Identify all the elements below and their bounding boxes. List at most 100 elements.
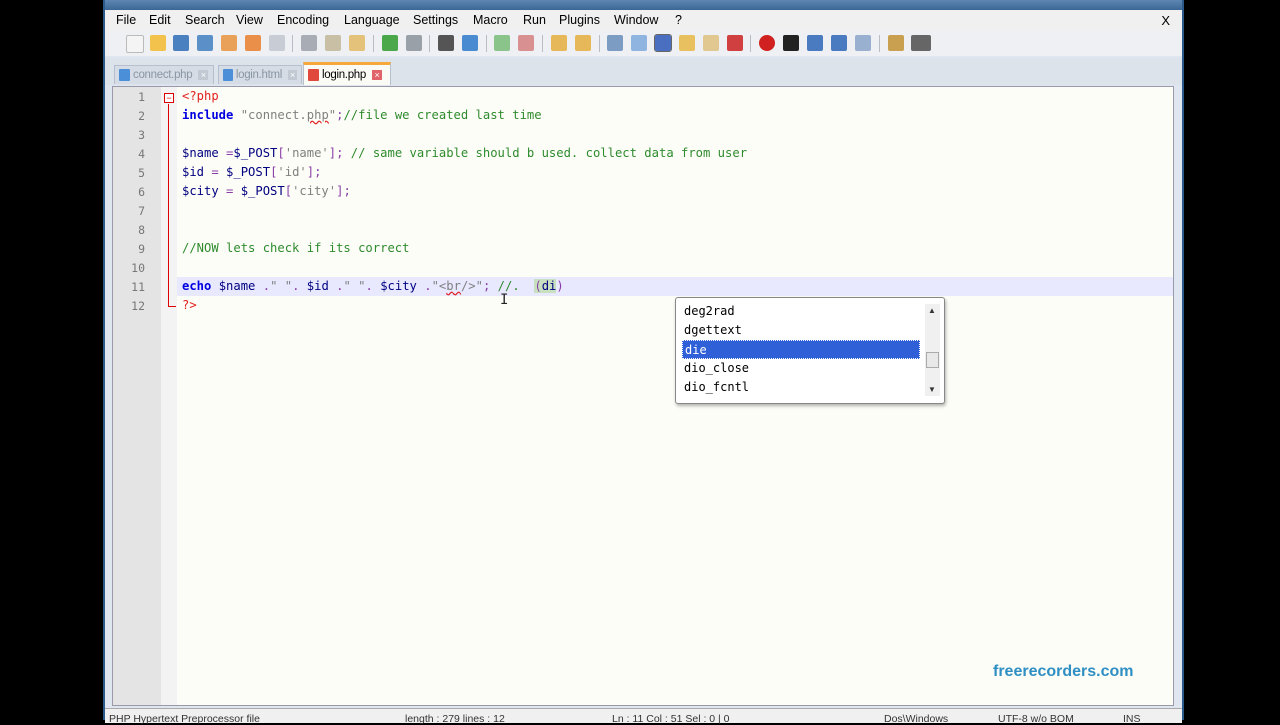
save-macro-icon[interactable] [855, 35, 871, 51]
code-token: ]; [336, 184, 351, 198]
paste-icon[interactable] [349, 35, 365, 51]
code-line[interactable]: ?> [182, 296, 197, 315]
line-number: 4 [138, 147, 145, 161]
code-line[interactable]: $city = $_POST['city']; [182, 182, 351, 201]
code-token: ]; [328, 146, 344, 160]
zoom-in-icon[interactable] [494, 35, 510, 51]
scroll-thumb[interactable] [926, 352, 939, 368]
fold-end [168, 306, 176, 307]
line-number: 12 [131, 299, 145, 313]
code-line[interactable]: $id = $_POST['id']; [182, 163, 321, 182]
code-token: . [328, 279, 344, 293]
line-number: 3 [138, 128, 145, 142]
code-line[interactable]: <?php [182, 87, 219, 106]
menu-settings[interactable]: Settings [413, 13, 458, 27]
menu-edit[interactable]: Edit [149, 13, 171, 27]
menu-window[interactable]: Window [614, 13, 658, 27]
play-macro-icon[interactable] [807, 35, 823, 51]
code-token: [ [284, 184, 293, 198]
stop-macro-icon[interactable] [783, 35, 799, 51]
scroll-down-icon[interactable]: ▼ [928, 385, 936, 394]
code-token: ) [556, 279, 564, 293]
code-token: $_POST [240, 184, 285, 198]
user-language-icon[interactable] [679, 35, 695, 51]
code-token: $city [380, 279, 417, 293]
code-token: //file we created last time [343, 108, 542, 122]
code-token: = [218, 184, 241, 198]
close-tab-icon[interactable]: × [288, 70, 297, 80]
autocomplete-item[interactable]: dio_close [682, 359, 920, 378]
sync-horizontal-icon[interactable] [575, 35, 591, 51]
cut-icon[interactable] [301, 35, 317, 51]
menu-plugins[interactable]: Plugins [559, 13, 600, 27]
autocomplete-scrollbar[interactable]: ▲ ▼ [925, 304, 940, 396]
code-line[interactable]: //NOW lets check if its correct [182, 239, 409, 258]
close-document-button[interactable]: X [1161, 13, 1170, 28]
menu-encoding[interactable]: Encoding [277, 13, 329, 27]
redo-icon[interactable] [406, 35, 422, 51]
tab-label: login.php [322, 69, 366, 81]
menu-search[interactable]: Search [185, 13, 225, 27]
code-token: ( [534, 279, 542, 293]
open-file-icon[interactable] [150, 35, 166, 51]
run-macro-multiple-icon[interactable] [831, 35, 847, 51]
find-icon[interactable] [438, 35, 454, 51]
save-all-icon[interactable] [197, 35, 213, 51]
menu-bar: File Edit Search View Encoding Language … [105, 10, 1182, 31]
record-macro-icon[interactable] [759, 35, 775, 51]
autocomplete-item[interactable]: dgettext [682, 321, 920, 340]
menu-macro[interactable]: Macro [473, 13, 508, 27]
tab-label: connect.php [133, 69, 193, 81]
new-file-icon[interactable] [126, 35, 144, 53]
function-list-icon[interactable] [727, 35, 743, 51]
tab-login-html[interactable]: login.html × [218, 65, 302, 84]
line-number: 7 [138, 204, 145, 218]
code-token: $id [306, 279, 329, 293]
show-all-chars-icon[interactable] [631, 35, 647, 51]
code-token: . [416, 279, 432, 293]
close-all-icon[interactable] [245, 35, 261, 51]
sync-vertical-icon[interactable] [551, 35, 567, 51]
code-token: include [182, 108, 234, 122]
indent-guide-icon[interactable] [654, 34, 672, 52]
menu-view[interactable]: View [236, 13, 263, 27]
print-icon[interactable] [269, 35, 285, 51]
scroll-up-icon[interactable]: ▲ [928, 306, 936, 315]
autocomplete-item[interactable]: dio_fcntl [682, 378, 920, 397]
code-editor[interactable]: − 1 <?php 2 include "connect.php";//file we… [112, 86, 1174, 706]
close-icon[interactable] [221, 35, 237, 51]
code-token: br [446, 279, 461, 293]
save-icon[interactable] [173, 35, 189, 51]
spell-check-icon[interactable] [911, 35, 931, 51]
menu-file[interactable]: File [116, 13, 136, 27]
tab-connect-php[interactable]: connect.php × [114, 65, 214, 84]
code-token: "connect. [240, 108, 307, 122]
close-tab-icon[interactable]: × [371, 70, 382, 80]
word-wrap-icon[interactable] [607, 35, 623, 51]
code-token: = [204, 165, 227, 179]
undo-icon[interactable] [382, 35, 398, 51]
menu-run[interactable]: Run [523, 13, 546, 27]
close-tab-icon[interactable]: × [198, 70, 209, 80]
menu-help[interactable]: ? [675, 13, 682, 27]
plugin-icon[interactable] [888, 35, 904, 51]
autocomplete-popup[interactable]: ▲ ▼ deg2rad dgettext die dio_close dio_fcntl [675, 297, 945, 404]
replace-icon[interactable] [462, 35, 478, 51]
status-encoding: UTF-8 w/o BOM [998, 713, 1074, 725]
code-token: $city [182, 184, 219, 198]
zoom-out-icon[interactable] [518, 35, 534, 51]
autocomplete-item[interactable]: deg2rad [682, 302, 920, 321]
code-line[interactable]: $name =$_POST['name']; // same variable … [182, 144, 747, 163]
code-line[interactable]: include "connect.php";//file we created … [182, 106, 542, 125]
tab-login-php[interactable]: login.php × [303, 62, 391, 85]
line-number: 8 [138, 223, 145, 237]
code-token: $_POST [226, 165, 271, 179]
menu-language[interactable]: Language [344, 13, 400, 27]
document-map-icon[interactable] [703, 35, 719, 51]
autocomplete-item[interactable]: die [682, 340, 920, 359]
code-token: $name [182, 146, 219, 160]
fold-collapse-icon[interactable]: − [164, 93, 174, 103]
fold-margin[interactable] [161, 87, 177, 705]
code-token: " " [270, 279, 293, 293]
copy-icon[interactable] [325, 35, 341, 51]
